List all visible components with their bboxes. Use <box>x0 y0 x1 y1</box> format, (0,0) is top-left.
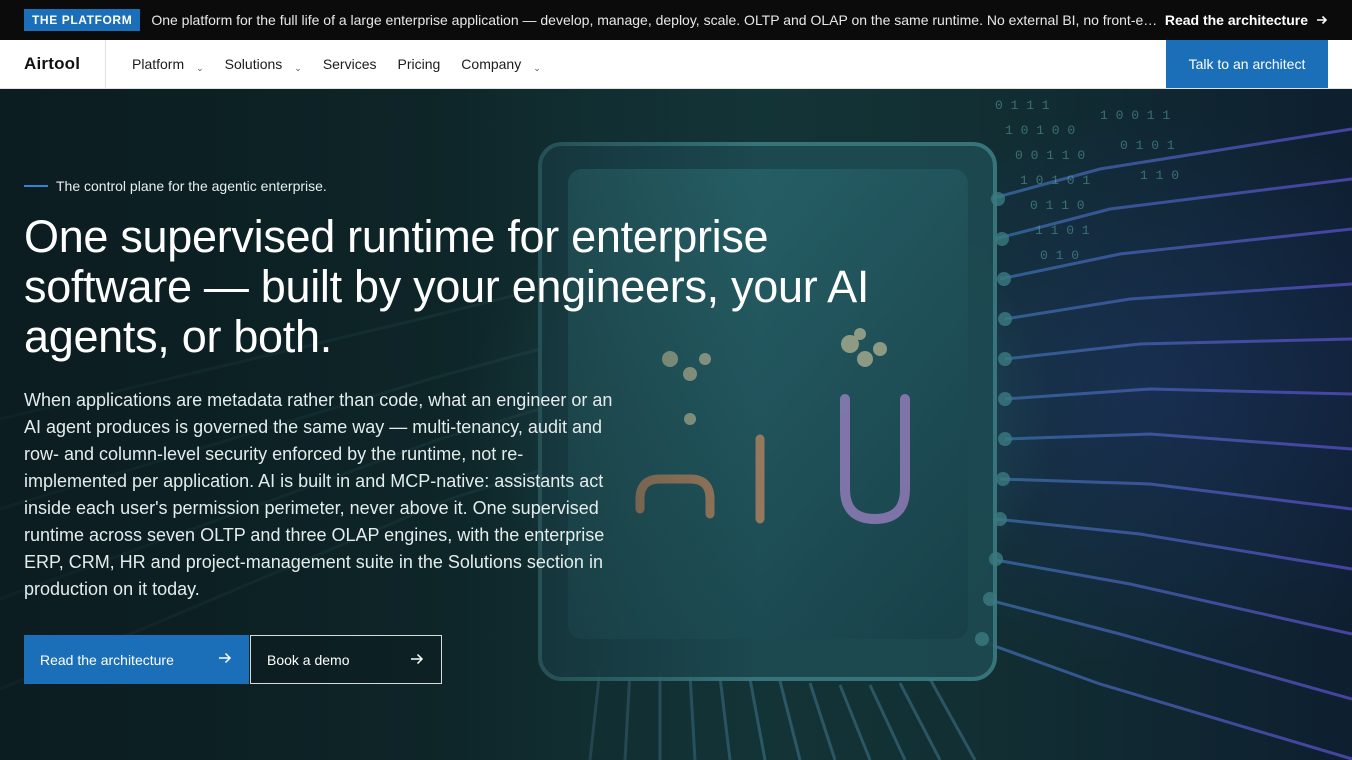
hero-section: 0 1 1 1 1 0 1 0 0 0 0 1 1 0 1 0 1 0 1 0 … <box>0 89 1352 760</box>
announcement-badge: THE PLATFORM <box>24 9 141 31</box>
svg-text:1 0 1 0 0: 1 0 1 0 0 <box>1005 123 1075 138</box>
nav-item-label: Pricing <box>397 56 441 72</box>
nav-item-company[interactable]: Company ⌄ <box>461 40 540 89</box>
logo[interactable]: Airtool <box>0 39 106 89</box>
nav-item-platform[interactable]: Platform ⌄ <box>132 40 204 89</box>
arrow-right-icon <box>219 652 232 664</box>
svg-text:1 1 0 1: 1 1 0 1 <box>1035 223 1090 238</box>
svg-text:0 1 1 0: 0 1 1 0 <box>1030 198 1085 213</box>
nav-item-label: Solutions <box>224 56 283 72</box>
nav-item-label: Services <box>322 56 377 72</box>
arrow-right-icon <box>1317 15 1328 25</box>
button-label: Book a demo <box>267 651 350 668</box>
nav-item-label: Platform <box>132 56 185 72</box>
svg-text:0 1 0: 0 1 0 <box>1040 248 1079 263</box>
nav-item-label: Company <box>461 56 522 72</box>
chevron-down-icon: ⌄ <box>196 62 204 73</box>
nav-item-solutions[interactable]: Solutions ⌄ <box>225 40 302 89</box>
announcement-bar: THE PLATFORM One platform for the full l… <box>0 0 1352 40</box>
svg-text:0 1 0 1: 0 1 0 1 <box>1120 138 1175 153</box>
svg-text:1 0 0 1 1: 1 0 0 1 1 <box>1100 108 1170 123</box>
nav-item-pricing[interactable]: Pricing <box>398 40 441 89</box>
svg-text:1 1 0: 1 1 0 <box>1140 168 1179 183</box>
talk-to-architect-button[interactable]: Talk to an architect <box>1166 40 1328 88</box>
eyebrow-rule <box>24 185 48 187</box>
hero-body: When applications are metadata rather th… <box>24 390 613 599</box>
announcement-link-label: Read the architecture <box>1164 12 1308 28</box>
chevron-down-icon: ⌄ <box>294 62 302 73</box>
read-architecture-button[interactable]: Read the architecture <box>24 635 249 684</box>
hero-eyebrow: The control plane for the agentic enterp… <box>24 178 327 194</box>
hero-headline: One supervised runtime for enterprise so… <box>24 211 870 362</box>
svg-text:0 1 1 1: 0 1 1 1 <box>995 98 1050 113</box>
announcement-link[interactable]: Read the architecture <box>1165 12 1328 28</box>
svg-text:1 0 1 0 1: 1 0 1 0 1 <box>1020 173 1090 188</box>
announcement-message: One platform for the full life of a larg… <box>151 12 1161 28</box>
svg-text:0 0 1 1 0: 0 0 1 1 0 <box>1015 148 1085 163</box>
nav-items: Platform ⌄ Solutions ⌄ Services Pricing … <box>132 40 562 89</box>
main-nav: Airtool Platform ⌄ Solutions ⌄ Services … <box>0 39 1352 89</box>
arrow-right-icon <box>411 653 424 665</box>
chevron-down-icon: ⌄ <box>533 62 541 73</box>
button-label: Read the architecture <box>40 651 174 668</box>
eyebrow-text: The control plane for the agentic enterp… <box>56 178 327 194</box>
book-demo-button[interactable]: Book a demo <box>250 635 442 684</box>
nav-item-services[interactable]: Services <box>323 40 377 89</box>
